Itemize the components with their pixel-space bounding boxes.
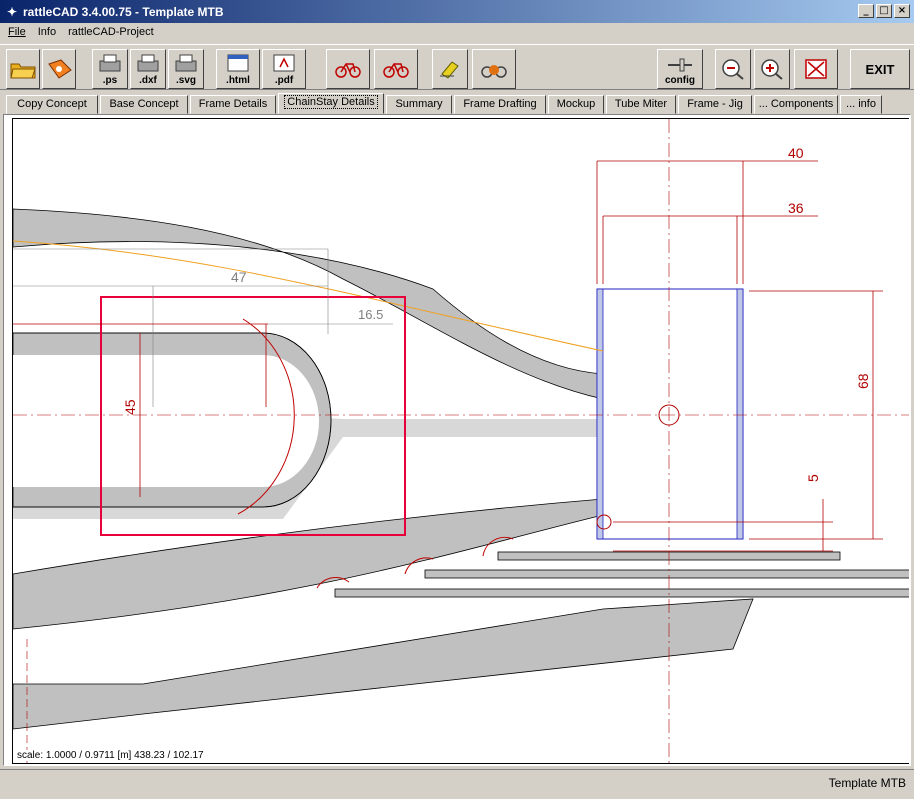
canvas-frame: 47 16.5 45 40 36 68 5 scale: 1.0000 / 0.… <box>3 114 911 766</box>
window-title: rattleCAD 3.4.00.75 - Template MTB <box>23 4 224 19</box>
dim-40-label: 40 <box>788 145 804 161</box>
bicycle-icon <box>383 63 409 78</box>
dim-45-label: 45 <box>122 399 138 415</box>
bike-view-1-button[interactable] <box>326 49 370 89</box>
app-icon: ✦ <box>6 4 18 19</box>
chainring-2 <box>424 569 909 579</box>
tab-summary[interactable]: Summary <box>386 95 452 114</box>
export-pdf-button[interactable]: .pdf <box>262 49 306 89</box>
menu-rattlecad-project[interactable]: rattleCAD-Project <box>62 23 160 42</box>
save-disk-icon <box>48 59 72 79</box>
zoom-out-icon <box>722 59 744 80</box>
dim-36-label: 36 <box>788 200 804 216</box>
tab-label: Copy Concept <box>17 98 87 110</box>
tab-label: Base Concept <box>109 98 179 110</box>
tab-label: ... Components <box>758 98 834 110</box>
tab-tube-miter[interactable]: Tube Miter <box>606 95 676 114</box>
bb-shell <box>596 288 744 540</box>
tab-chainstay-details[interactable]: ChainStay Details <box>278 93 384 114</box>
tab-label: Tube Miter <box>614 98 668 110</box>
tab-label: Frame Drafting <box>463 98 537 110</box>
bicycle-icon <box>335 63 361 78</box>
tab-mockup[interactable]: Mockup <box>548 95 604 114</box>
printer-icon <box>137 54 159 71</box>
config-label: config <box>665 74 695 86</box>
status-text: Template MTB <box>828 776 906 790</box>
tab-label: ... info <box>846 98 876 110</box>
tab-base-concept[interactable]: Base Concept <box>100 95 188 114</box>
exit-button[interactable]: EXIT <box>850 49 910 89</box>
drawing-canvas[interactable]: 47 16.5 45 40 36 68 5 scale: 1.0000 / 0.… <box>12 118 909 764</box>
tab-label: ChainStay Details <box>284 95 378 109</box>
menu-file[interactable]: File <box>2 23 32 42</box>
chainstay-drawing: 47 16.5 45 40 36 68 5 <box>13 119 909 763</box>
chainring-3 <box>334 588 909 598</box>
tab-bar: Copy Concept Base Concept Frame Details … <box>0 92 914 114</box>
exit-label: EXIT <box>865 61 895 77</box>
printer-icon <box>175 54 197 71</box>
close-button[interactable]: × <box>894 4 910 18</box>
bb-shell-right-face <box>736 288 744 540</box>
scale-readout: scale: 1.0000 / 0.9711 [m] 438.23 / 102.… <box>17 750 204 761</box>
minimize-button[interactable]: _ <box>858 4 874 18</box>
menu-info[interactable]: Info <box>32 23 62 42</box>
tab-label: Summary <box>395 98 443 110</box>
menu-bar: File Info rattleCAD-Project <box>0 23 914 42</box>
bike-view-2-button[interactable] <box>374 49 418 89</box>
bb-shell-left-face <box>596 288 604 540</box>
dropout-slot <box>13 355 319 487</box>
dim-16-5-label: 16.5 <box>358 307 383 322</box>
tab-frame-jig[interactable]: Frame - Jig <box>678 95 752 114</box>
tab-components[interactable]: ... Components <box>754 95 838 114</box>
tab-label: Mockup <box>556 98 596 110</box>
config-button[interactable]: config <box>657 49 703 89</box>
pdf-document-icon <box>273 54 295 71</box>
svg-label: .svg <box>175 74 196 86</box>
title-bar: ✦ rattleCAD 3.4.00.75 - Template MTB _ □… <box>0 0 914 23</box>
html-label: .html <box>226 74 250 86</box>
zoom-in-icon <box>761 59 783 80</box>
printer-icon <box>99 54 121 71</box>
render-bike-button[interactable] <box>472 49 516 89</box>
status-bar: Template MTB <box>0 769 914 799</box>
zoom-in-button[interactable] <box>754 49 790 89</box>
html-document-icon <box>227 54 249 71</box>
tab-copy-concept[interactable]: Copy Concept <box>6 95 98 114</box>
ps-label: .ps <box>102 74 118 86</box>
tab-frame-drafting[interactable]: Frame Drafting <box>454 95 546 114</box>
dim-47-label: 47 <box>231 269 247 285</box>
dxf-label: .dxf <box>139 74 157 86</box>
export-ps-button[interactable]: .ps <box>92 49 128 89</box>
fit-to-screen-icon <box>805 59 827 79</box>
tab-label: Frame - Jig <box>687 98 743 110</box>
app-window: ✦ rattleCAD 3.4.00.75 - Template MTB _ □… <box>0 0 914 799</box>
tab-info[interactable]: ... info <box>840 95 882 114</box>
tab-label: Frame Details <box>198 98 268 110</box>
export-dxf-button[interactable]: .dxf <box>130 49 166 89</box>
slider-icon <box>668 58 692 71</box>
clear-button[interactable] <box>432 49 468 89</box>
chainstay-bottom-tube <box>13 598 754 730</box>
zoom-out-button[interactable] <box>715 49 751 89</box>
window-controls: _ □ × <box>856 4 910 18</box>
fit-view-button[interactable] <box>794 49 838 89</box>
dim-5-label: 5 <box>805 474 821 482</box>
save-button[interactable] <box>42 49 76 89</box>
dim-68-label: 68 <box>855 373 871 389</box>
folder-icon <box>10 63 36 79</box>
eraser-icon <box>440 61 459 79</box>
tab-frame-details[interactable]: Frame Details <box>190 95 276 114</box>
export-svg-button[interactable]: .svg <box>168 49 204 89</box>
open-folder-button[interactable] <box>6 49 40 89</box>
export-html-button[interactable]: .html <box>216 49 260 89</box>
bike-render-icon <box>481 65 507 78</box>
pdf-label: .pdf <box>274 74 294 86</box>
maximize-button[interactable]: □ <box>876 4 892 18</box>
toolbar: .ps .dxf .svg .html .pdf config EXIT <box>0 44 914 90</box>
